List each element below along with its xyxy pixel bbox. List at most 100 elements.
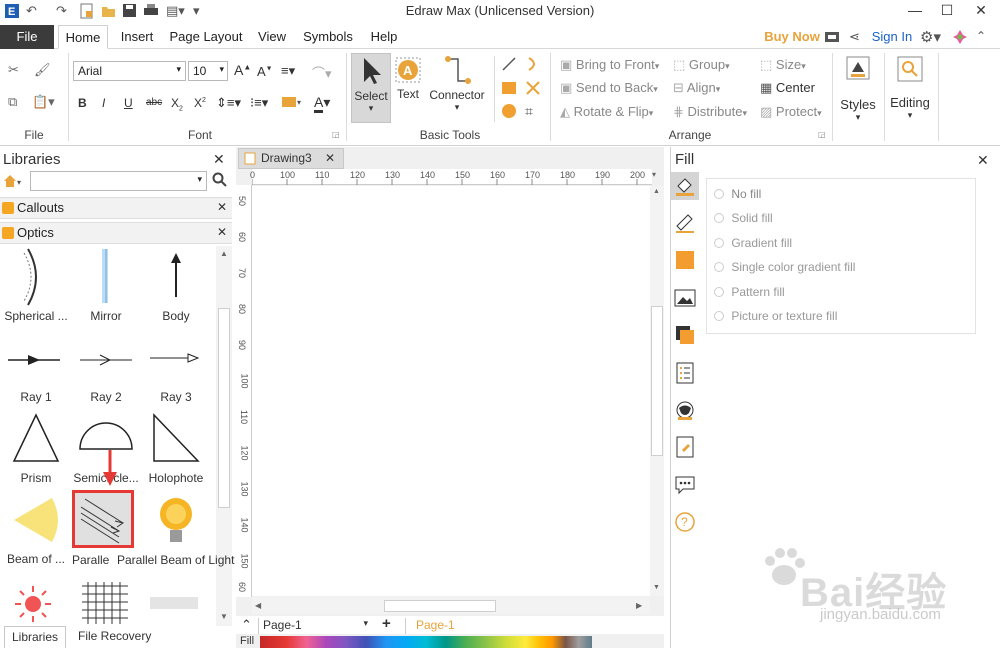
library-home-icon[interactable]: ▾ bbox=[2, 173, 26, 192]
page-select[interactable]: Page-1 ▾ bbox=[258, 618, 370, 634]
select-tool-button[interactable]: Select ▾ bbox=[351, 53, 391, 123]
image-icon[interactable] bbox=[674, 287, 696, 309]
tab-file-recovery[interactable]: File Recovery bbox=[78, 629, 151, 643]
size-button[interactable]: ⬚ Size▾ bbox=[760, 57, 806, 73]
comment-icon[interactable] bbox=[674, 474, 696, 496]
tab-libraries[interactable]: Libraries bbox=[4, 626, 66, 648]
protect-button[interactable]: ▨ Protect▾ bbox=[760, 104, 822, 120]
layers-icon[interactable] bbox=[674, 324, 696, 346]
shape-ray-3[interactable]: Ray 3 bbox=[140, 328, 212, 410]
text-tool-button[interactable]: A Text bbox=[393, 53, 423, 123]
fill-option-no-fill[interactable]: No fill bbox=[714, 187, 761, 201]
horizontal-scrollbar-thumb[interactable] bbox=[384, 600, 496, 612]
arc-tool-icon[interactable] bbox=[525, 56, 541, 75]
tab-page-layout[interactable]: Page Layout bbox=[166, 25, 246, 49]
drawing-canvas[interactable] bbox=[252, 186, 650, 596]
rotate-flip-button[interactable]: ◭ Rotate & Flip▾ bbox=[560, 104, 653, 120]
ruler-chevron-icon[interactable]: ▾ bbox=[652, 170, 664, 186]
shape-mirror[interactable]: Mirror bbox=[70, 247, 142, 329]
fill-option-solid-fill[interactable]: Solid fill bbox=[714, 211, 773, 225]
arrange-dialog-launcher-icon[interactable]: ◲ bbox=[818, 130, 826, 139]
highlight-icon[interactable]: ▾ bbox=[281, 95, 303, 112]
tab-insert[interactable]: Insert bbox=[114, 25, 160, 49]
vertical-scrollbar-thumb[interactable] bbox=[651, 306, 663, 456]
line-tool-icon[interactable] bbox=[501, 56, 517, 75]
shape-ray-2[interactable]: Ray 2 bbox=[70, 328, 142, 410]
shrink-font-icon[interactable]: A▼ bbox=[257, 64, 273, 79]
cut-icon[interactable]: ✂ bbox=[8, 62, 19, 78]
font-size-select[interactable]: 10 ▾ bbox=[188, 61, 228, 81]
close-optics-icon[interactable]: ✕ bbox=[217, 225, 227, 239]
font-color-icon[interactable]: A▾ bbox=[314, 94, 330, 113]
fill-option-pattern-fill[interactable]: Pattern fill bbox=[714, 285, 785, 299]
buy-now-link[interactable]: Buy Now bbox=[762, 25, 822, 49]
sign-in-link[interactable]: Sign In bbox=[870, 25, 914, 49]
close-libraries-icon[interactable]: ✕ bbox=[213, 151, 225, 168]
shape-body[interactable]: Body bbox=[140, 247, 212, 329]
bring-to-front-button[interactable]: ▣ Bring to Front▾ bbox=[560, 57, 659, 73]
file-tab[interactable]: File bbox=[0, 25, 54, 49]
distribute-button[interactable]: ⋕ Distribute▾ bbox=[673, 104, 747, 120]
styles-button[interactable]: Styles ▾ bbox=[838, 56, 878, 132]
share-icon[interactable]: ⋖ bbox=[849, 29, 860, 45]
center-button[interactable]: ▦ Center bbox=[760, 80, 815, 96]
collapse-ribbon-icon[interactable]: ⌃ bbox=[976, 29, 986, 43]
canvas-vertical-scrollbar[interactable]: ▲ ▼ bbox=[650, 186, 664, 596]
font-dialog-launcher-icon[interactable]: ◲ bbox=[332, 130, 340, 139]
tab-help[interactable]: Help bbox=[366, 25, 402, 49]
ellipse-tool-icon[interactable] bbox=[501, 103, 517, 122]
bold-icon[interactable]: B bbox=[78, 96, 87, 110]
minimize-button[interactable]: — bbox=[898, 0, 932, 22]
library-section-callouts[interactable]: Callouts bbox=[0, 197, 232, 219]
cart-icon[interactable] bbox=[824, 30, 840, 47]
maximize-button[interactable]: ☐ bbox=[930, 0, 964, 22]
tab-symbols[interactable]: Symbols bbox=[300, 25, 356, 49]
shape-ray-1[interactable]: Ray 1 bbox=[0, 328, 72, 410]
help-icon[interactable]: ? bbox=[674, 511, 696, 533]
line-style-icon[interactable] bbox=[674, 212, 696, 234]
grow-font-icon[interactable]: A▲ bbox=[234, 62, 251, 78]
library-section-optics[interactable]: Optics bbox=[0, 222, 232, 244]
close-callouts-icon[interactable]: ✕ bbox=[217, 200, 227, 214]
scroll-down-icon[interactable]: ▼ bbox=[220, 612, 228, 621]
page-data-icon[interactable] bbox=[674, 362, 696, 384]
library-scrollbar-thumb[interactable] bbox=[218, 308, 230, 508]
paste-icon[interactable]: 📋▾ bbox=[32, 94, 55, 110]
close-fill-panel-icon[interactable]: ✕ bbox=[977, 152, 989, 169]
document-tab[interactable]: Drawing3 ✕ bbox=[238, 148, 344, 169]
tab-view[interactable]: View bbox=[254, 25, 290, 49]
text-curve-icon[interactable]: ⌒▾ bbox=[312, 63, 332, 82]
search-icon[interactable] bbox=[212, 172, 228, 191]
scroll-left-icon[interactable]: ◀ bbox=[255, 601, 261, 610]
close-tab-icon[interactable]: ✕ bbox=[325, 149, 335, 168]
scroll-up-icon[interactable]: ▲ bbox=[653, 188, 660, 195]
format-painter-icon[interactable]: 🖌 bbox=[34, 62, 51, 78]
page-tab-active[interactable]: Page-1 bbox=[405, 618, 465, 634]
shape-spherical[interactable]: Spherical ... bbox=[0, 247, 72, 329]
close-button[interactable]: ✕ bbox=[964, 0, 998, 22]
rectangle-tool-icon[interactable] bbox=[501, 80, 517, 99]
connector-tool-button[interactable]: Connector ▾ bbox=[426, 53, 488, 123]
settings-gear-icon[interactable]: ⚙▾ bbox=[920, 28, 941, 46]
note-icon[interactable] bbox=[674, 436, 696, 458]
align-button[interactable]: ⊟ Align▾ bbox=[673, 80, 720, 96]
fill-option-gradient-fill[interactable]: Gradient fill bbox=[714, 236, 792, 250]
scroll-down-icon[interactable]: ▼ bbox=[653, 584, 660, 591]
superscript-icon[interactable]: X2 bbox=[194, 96, 206, 110]
shape-parallel-highlighted[interactable] bbox=[72, 490, 134, 548]
italic-icon[interactable]: I bbox=[102, 96, 105, 110]
shadow-icon[interactable] bbox=[674, 249, 696, 271]
fill-tab-button[interactable] bbox=[671, 172, 699, 200]
line-spacing-icon[interactable]: ⇕≡▾ bbox=[216, 95, 241, 111]
canvas-horizontal-scrollbar[interactable]: ◀ ▶ bbox=[252, 598, 650, 614]
shape-beam-of[interactable]: Beam of ... bbox=[0, 490, 72, 572]
scroll-up-icon[interactable]: ▲ bbox=[220, 249, 228, 258]
send-to-back-button[interactable]: ▣ Send to Back▾ bbox=[560, 80, 658, 96]
editing-button[interactable]: Editing ▾ bbox=[888, 56, 932, 132]
shape-holophote[interactable]: Holophote bbox=[140, 409, 212, 491]
strikethrough-icon[interactable]: abc bbox=[146, 97, 162, 108]
bullets-icon[interactable]: ⁝≡▾ bbox=[250, 95, 268, 111]
subscript-icon[interactable]: X2 bbox=[171, 96, 183, 112]
theme-icon[interactable] bbox=[952, 29, 968, 48]
add-page-icon[interactable]: + bbox=[382, 615, 391, 632]
